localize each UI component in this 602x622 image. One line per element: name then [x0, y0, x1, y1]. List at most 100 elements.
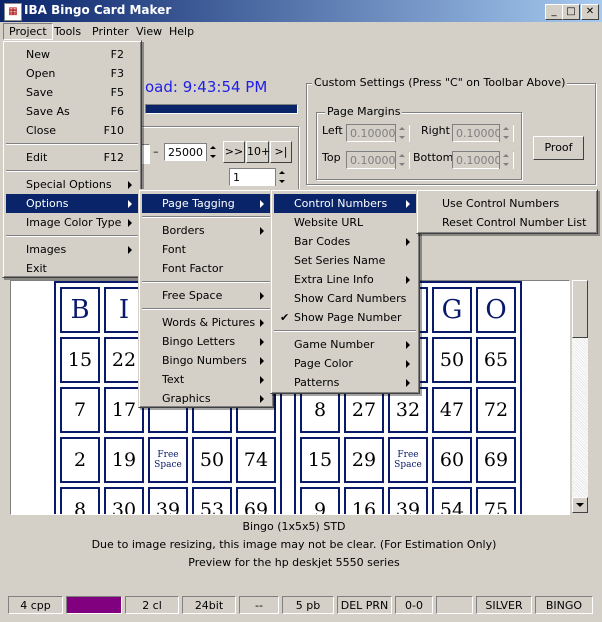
next-button[interactable]: >> — [223, 141, 245, 163]
chevron-right-icon — [260, 227, 264, 235]
menu-item-bingo-letters[interactable]: Bingo Letters — [142, 332, 270, 351]
menu-item-page-color[interactable]: Page Color — [274, 354, 416, 373]
card-cell: 29 — [344, 437, 384, 483]
status-range: 0-0 — [395, 596, 433, 614]
menu-project[interactable]: Project — [3, 23, 53, 40]
chevron-right-icon — [260, 292, 264, 300]
card-cell: 60 — [432, 437, 472, 483]
menu-separator — [142, 281, 270, 283]
chevron-right-icon — [128, 181, 132, 189]
copies-spinner[interactable] — [275, 168, 289, 186]
top-margin-spinner[interactable] — [395, 151, 409, 169]
plus-ten-button[interactable]: 10+ — [246, 141, 270, 163]
card-cell: 50 — [432, 337, 472, 383]
status-dash: -- — [239, 596, 279, 614]
card-cell: 69 — [476, 437, 516, 483]
card-cell: 30 — [104, 487, 144, 514]
proof-button[interactable]: Proof — [533, 136, 584, 160]
card-letter: O — [476, 287, 516, 333]
chevron-right-icon — [260, 376, 264, 384]
menu-item-set-series-name[interactable]: Set Series Name — [274, 251, 416, 270]
right-margin-spinner[interactable] — [499, 124, 513, 142]
menu-tools[interactable]: Tools — [49, 24, 86, 39]
card-cell: 2 — [60, 437, 100, 483]
menu-item-image-color-type[interactable]: Image Color Type — [6, 213, 138, 232]
card-cell: 15 — [300, 437, 340, 483]
minimize-button[interactable]: _ — [545, 4, 563, 20]
menu-item-extra-line-info[interactable]: Extra Line Info — [274, 270, 416, 289]
menu-printer[interactable]: Printer — [87, 24, 134, 39]
menu-item-font-factor[interactable]: Font Factor — [142, 259, 270, 278]
menu-item-exit[interactable]: Exit — [6, 259, 138, 278]
menu-item-bar-codes[interactable]: Bar Codes — [274, 232, 416, 251]
menu-item-control-numbers[interactable]: Control Numbers — [274, 194, 416, 213]
status-bits: 24bit — [182, 596, 236, 614]
left-margin-spinner[interactable] — [395, 124, 409, 142]
menu-item-show-card-numbers[interactable]: Show Card Numbers — [274, 289, 416, 308]
card-cell: 47 — [432, 387, 472, 433]
menu-item-reset-control-number-list[interactable]: Reset Control Number List — [420, 213, 594, 232]
to-number-spinner[interactable] — [206, 143, 220, 161]
menu-item-font[interactable]: Font — [142, 240, 270, 259]
menu-item-page-tagging[interactable]: Page Tagging — [142, 194, 270, 213]
chevron-right-icon — [406, 341, 410, 349]
vertical-scrollbar[interactable] — [572, 280, 588, 513]
status-empty — [436, 596, 473, 614]
progress-bar — [145, 104, 298, 114]
menu-item-options[interactable]: Options — [6, 194, 138, 213]
card-letter: B — [60, 287, 100, 333]
menu-help[interactable]: Help — [164, 24, 199, 39]
card-cell: 16 — [344, 487, 384, 514]
menu-item-show-page-number[interactable]: ✔ Show Page Number — [274, 308, 416, 327]
maximize-button[interactable]: □ — [562, 4, 580, 20]
menu-item-new[interactable]: New F2 — [6, 45, 138, 64]
close-button[interactable]: ✕ — [581, 4, 599, 20]
last-button[interactable]: >| — [270, 141, 292, 163]
menu-item-game-number[interactable]: Game Number — [274, 335, 416, 354]
menu-bar: Project Tools Printer View Help — [0, 22, 602, 40]
card-letter: G — [432, 287, 472, 333]
menu-item-edit[interactable]: Edit F12 — [6, 148, 138, 167]
menu-item-close[interactable]: Close F10 — [6, 121, 138, 140]
card-type-label: Bingo (1x5x5) STD — [242, 520, 346, 533]
scroll-down-arrow[interactable] — [572, 497, 588, 513]
chevron-right-icon — [406, 276, 410, 284]
scroll-thumb[interactable] — [572, 280, 588, 338]
bottom-margin-spinner[interactable] — [499, 151, 513, 169]
card-cell: 39 — [388, 487, 428, 514]
menu-item-graphics[interactable]: Graphics — [142, 389, 270, 408]
menu-item-patterns[interactable]: Patterns — [274, 373, 416, 392]
menu-item-text[interactable]: Text — [142, 370, 270, 389]
chevron-right-icon — [260, 200, 264, 208]
checkmark-icon: ✔ — [280, 311, 290, 324]
card-cell: 19 — [104, 437, 144, 483]
menu-item-save[interactable]: Save F5 — [6, 83, 138, 102]
chevron-right-icon — [260, 338, 264, 346]
menu-view[interactable]: View — [131, 24, 167, 39]
menu-item-free-space[interactable]: Free Space — [142, 286, 270, 305]
menu-item-use-control-numbers[interactable]: Use Control Numbers — [420, 194, 594, 213]
menu-item-open[interactable]: Open F3 — [6, 64, 138, 83]
card-cell: 65 — [476, 337, 516, 383]
chevron-right-icon — [260, 395, 264, 403]
menu-item-images[interactable]: Images — [6, 240, 138, 259]
menu-item-borders[interactable]: Borders — [142, 221, 270, 240]
chevron-right-icon — [406, 360, 410, 368]
chevron-right-icon — [406, 379, 410, 387]
title-bar[interactable]: ▦ IBA Bingo Card Maker _ □ ✕ — [0, 0, 602, 22]
card-cell: 69 — [236, 487, 276, 514]
menu-item-bingo-numbers[interactable]: Bingo Numbers — [142, 351, 270, 370]
menu-item-special-options[interactable]: Special Options — [6, 175, 138, 194]
free-space-cell: Free Space — [388, 437, 428, 483]
menu-item-save-as[interactable]: Save As F6 — [6, 102, 138, 121]
bottom-margin-label: Bottom — [413, 151, 454, 164]
free-space-cell: Free Space — [148, 437, 188, 483]
menu-item-words-pictures[interactable]: Words & Pictures — [142, 313, 270, 332]
status-cpp: 4 cpp — [8, 596, 63, 614]
left-margin-label: Left — [322, 124, 343, 137]
card-cell: 74 — [236, 437, 276, 483]
card-cell: 8 — [60, 487, 100, 514]
menu-item-website-url[interactable]: Website URL — [274, 213, 416, 232]
options-menu: Page Tagging Borders Font Font Factor Fr… — [138, 189, 274, 408]
card-cell: 39 — [148, 487, 188, 514]
